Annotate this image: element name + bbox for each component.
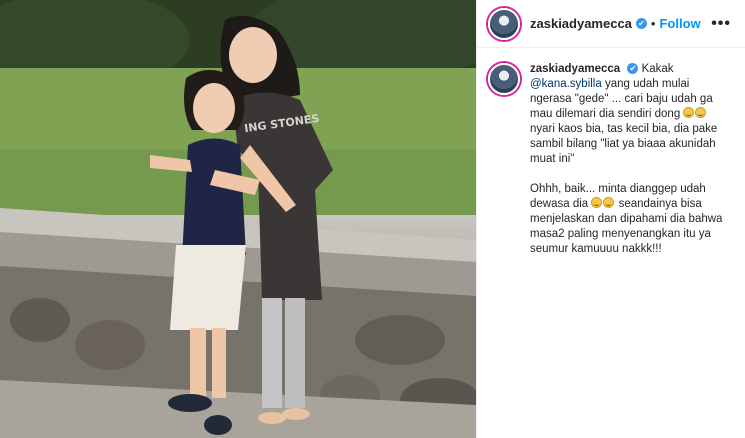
username-link[interactable]: zaskiadyamecca <box>530 16 632 31</box>
caption-row: zaskiadyamecca ✔ Kakak @kana.sybilla yan… <box>477 48 745 272</box>
photo-scene <box>0 0 476 438</box>
more-options-icon[interactable]: ••• <box>711 15 731 33</box>
caption-segment: nyari kaos bia, tas kecil bia, dia pake … <box>530 123 718 165</box>
mention-link[interactable]: @kana.sybilla <box>530 78 602 90</box>
grinning-sweat-emoji-icon <box>695 107 707 118</box>
separator-dot: • <box>650 16 656 31</box>
grinning-sweat-emoji-icon <box>603 197 615 208</box>
follow-button[interactable]: Follow <box>659 16 700 31</box>
verified-badge-icon: ✔ <box>627 63 639 75</box>
avatar[interactable] <box>488 7 520 40</box>
verified-badge-icon: ✔ <box>635 18 647 29</box>
caption-segment: Kakak <box>641 63 674 75</box>
post-photo[interactable]: ING STONES <box>0 0 476 438</box>
caption-username-link[interactable]: zaskiadyamecca <box>530 63 620 75</box>
caption-avatar[interactable] <box>488 63 520 95</box>
grinning-sweat-emoji-icon <box>683 107 695 118</box>
post-side-panel: zaskiadyamecca ✔ • Follow ••• zaskiadyam… <box>476 0 745 438</box>
post-header: zaskiadyamecca ✔ • Follow ••• <box>477 0 745 48</box>
caption-text: zaskiadyamecca ✔ Kakak @kana.sybilla yan… <box>530 62 733 272</box>
grinning-sweat-emoji-icon <box>591 197 603 208</box>
